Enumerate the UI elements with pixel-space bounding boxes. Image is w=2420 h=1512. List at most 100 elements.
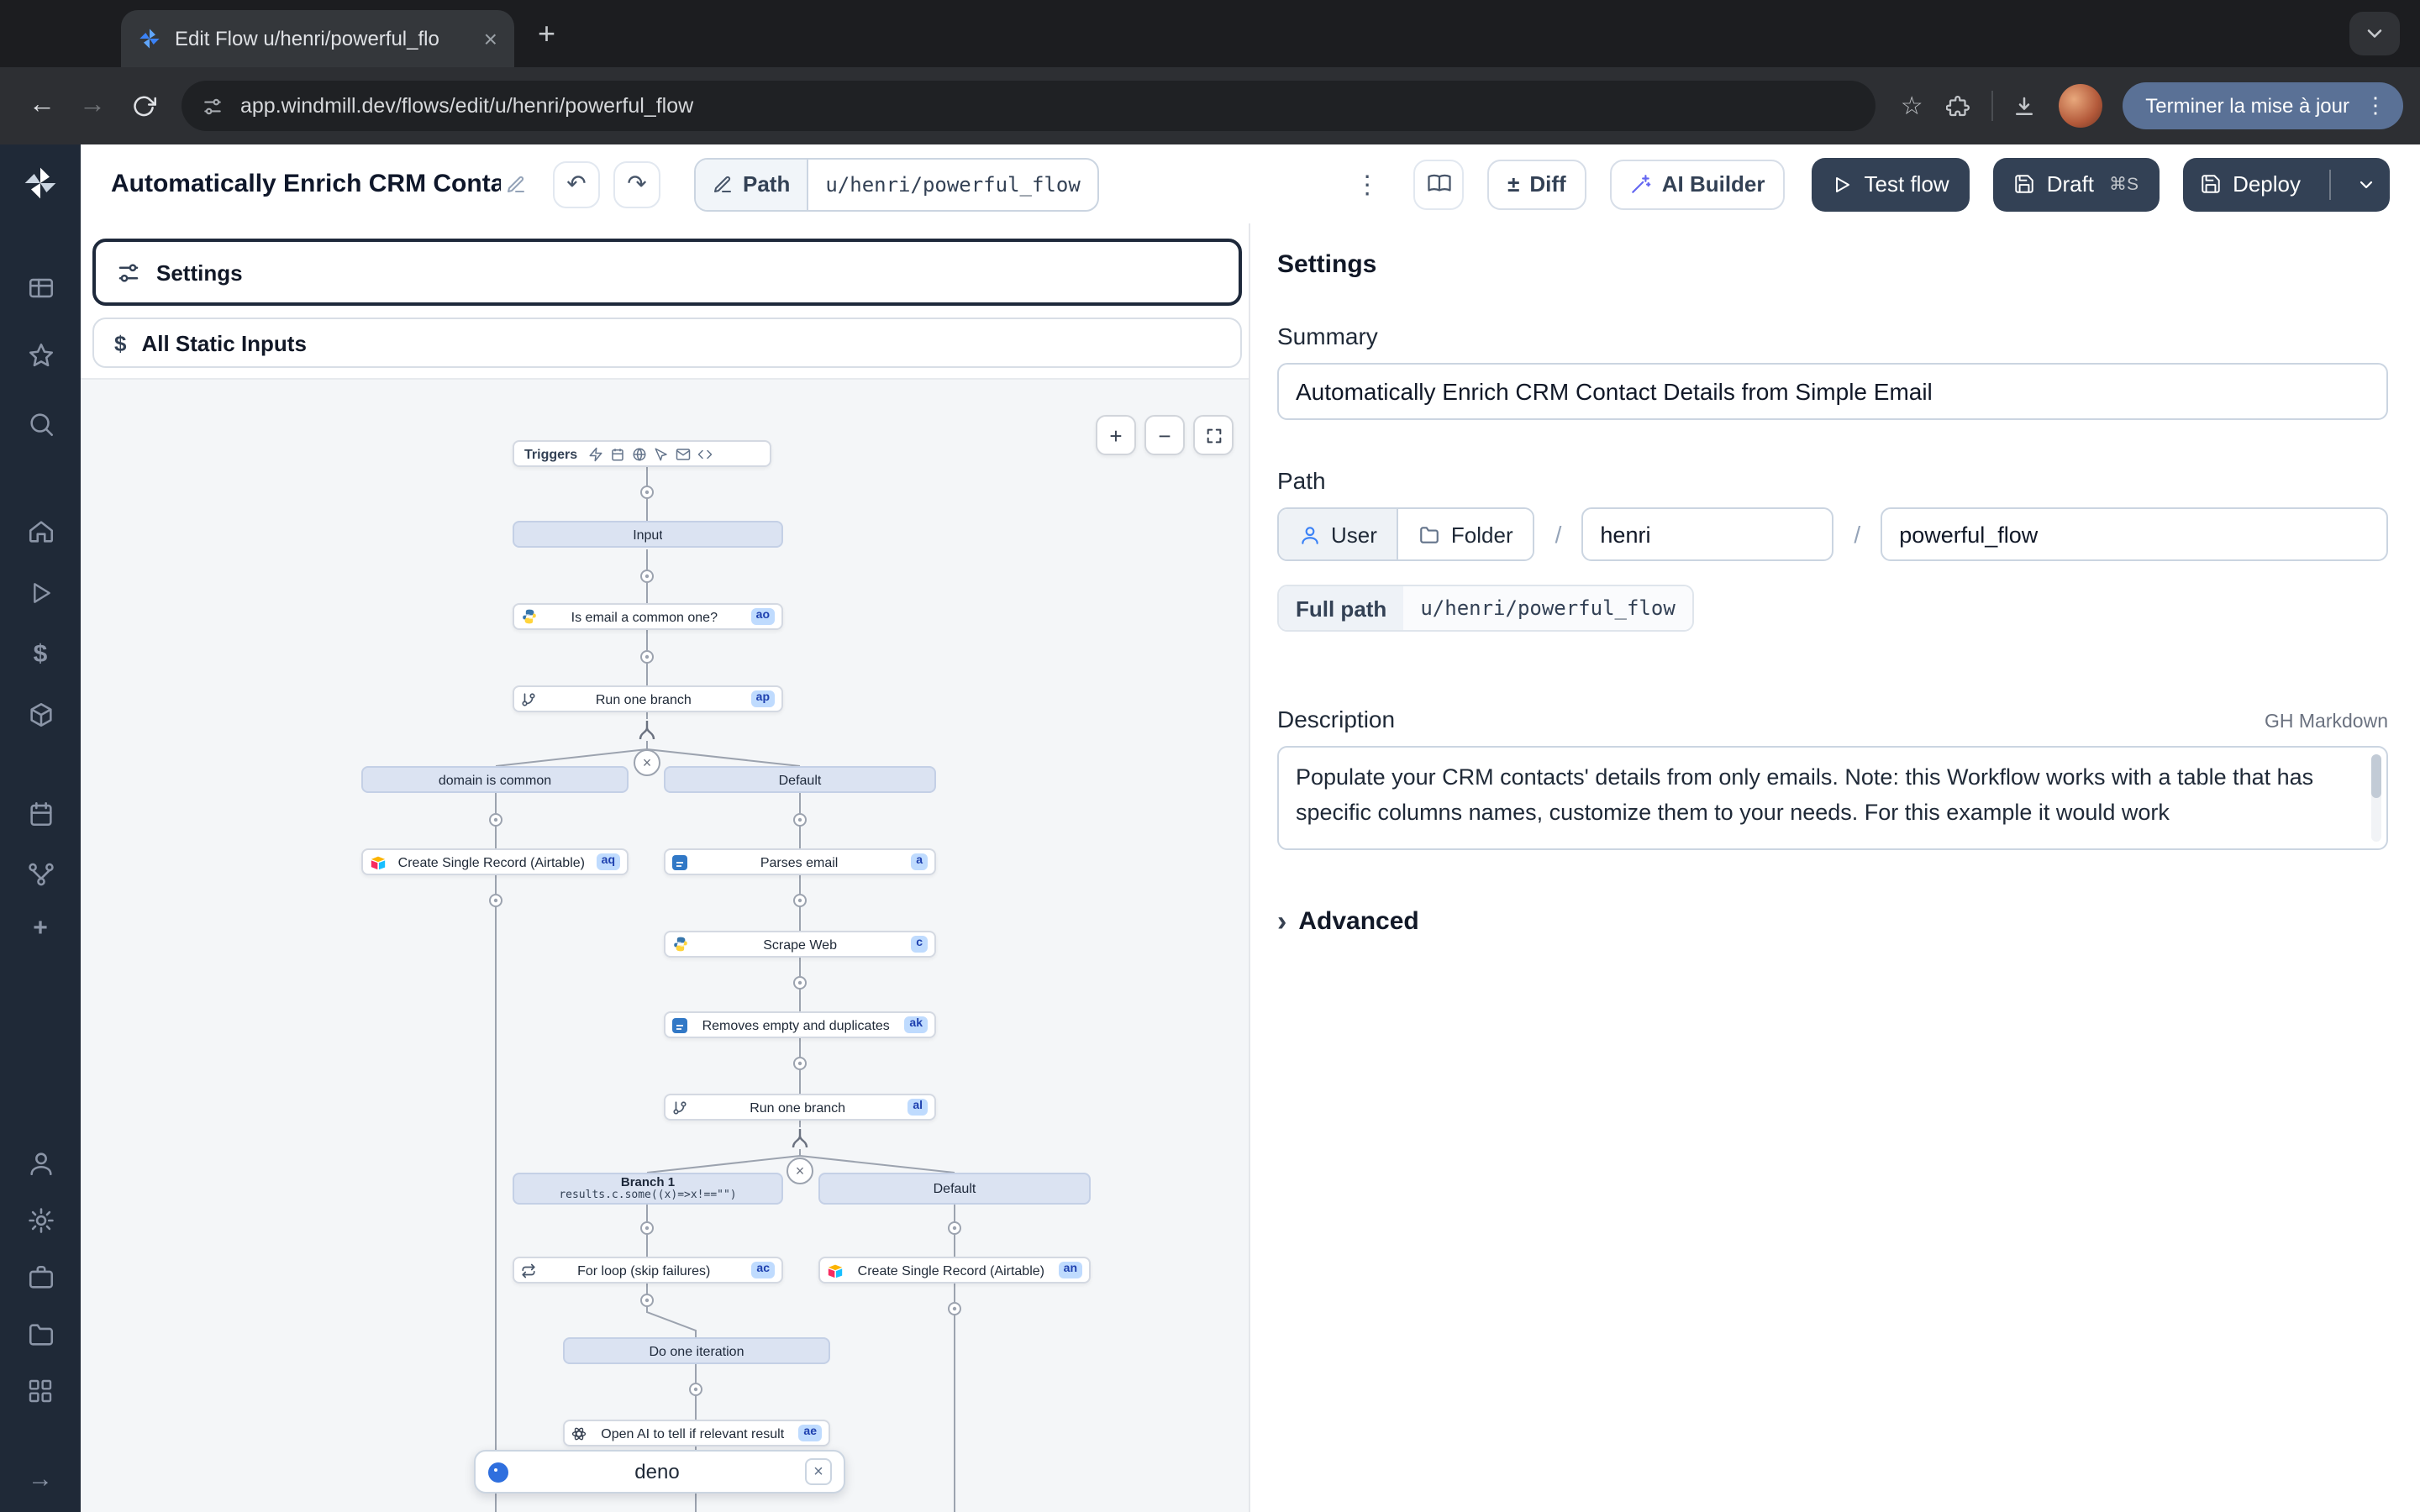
test-flow-button[interactable]: Test flow <box>1812 157 1970 211</box>
more-options-icon[interactable]: ⋮ <box>1344 169 1390 199</box>
zap-icon <box>587 446 602 461</box>
expand-icon <box>1204 426 1223 444</box>
reload-icon[interactable] <box>118 81 168 131</box>
flow-node-for-loop[interactable]: For loop (skip failures) ac <box>513 1257 783 1284</box>
flow-node-openai[interactable]: Open AI to tell if relevant result ae <box>563 1420 830 1446</box>
flow-node-airtable-left[interactable]: Create Single Record (Airtable) aq <box>361 848 629 875</box>
flow-triggers-bar[interactable]: Triggers <box>513 440 771 467</box>
flow-node-run-one-branch-2[interactable]: Run one branch al <box>664 1094 936 1121</box>
branch-remove-button[interactable]: × <box>786 1158 813 1184</box>
flow-branch-1[interactable]: Branch 1 results.c.some((x)=>x!=="") <box>513 1173 783 1205</box>
address-bar[interactable]: app.windmill.dev/flows/edit/u/henri/powe… <box>182 81 1875 131</box>
sidebar-home-icon[interactable] <box>0 511 81 551</box>
update-button[interactable]: Terminer la mise à jour ⋮ <box>2122 82 2403 129</box>
sidebar-add-icon[interactable]: + <box>0 907 81 948</box>
update-button-label: Terminer la mise à jour <box>2145 94 2349 118</box>
deploy-button[interactable]: Deploy <box>2182 157 2390 211</box>
sidebar-settings-icon[interactable] <box>0 1200 81 1240</box>
path-label: Path <box>743 171 790 197</box>
flow-node-removes-empty[interactable]: Removes empty and duplicates ak <box>664 1011 936 1038</box>
windmill-logo-icon[interactable] <box>0 165 81 202</box>
language-popup[interactable]: deno × <box>474 1450 845 1494</box>
edit-title-icon[interactable] <box>506 174 526 194</box>
flow-node-is-email-common[interactable]: Is email a common one? ao <box>513 603 783 630</box>
downloads-icon[interactable] <box>2001 82 2048 129</box>
description-textarea[interactable]: Populate your CRM contacts' details from… <box>1277 746 2388 850</box>
sidebar-folders-icon[interactable] <box>0 1314 81 1354</box>
owner-kind-user[interactable]: User <box>1279 509 1397 559</box>
flow-node-input[interactable]: Input <box>513 521 783 548</box>
redo-button[interactable]: ↷ <box>613 160 660 207</box>
settings-heading: Settings <box>1277 250 2388 279</box>
summary-label: Summary <box>1277 323 2388 349</box>
sidebar-schedules-icon[interactable] <box>0 793 81 833</box>
sidebar-workers-icon[interactable] <box>0 853 81 894</box>
sidebar-runs-icon[interactable] <box>0 573 81 613</box>
zoom-in-button[interactable]: + <box>1096 415 1136 455</box>
new-tab-button[interactable]: + <box>538 13 555 54</box>
flow-branch-domain-is-common[interactable]: domain is common <box>361 766 629 793</box>
back-icon[interactable]: ← <box>17 81 67 131</box>
typescript-icon <box>672 854 687 869</box>
sidebar-workspace-icon[interactable] <box>0 1257 81 1297</box>
flow-node-run-one-branch-1[interactable]: Run one branch ap <box>513 685 783 712</box>
flow-node-scrape-web[interactable]: Scrape Web c <box>664 931 936 958</box>
browser-menu-icon[interactable]: ⋮ <box>2360 92 2391 119</box>
play-icon <box>1833 174 1853 194</box>
extensions-icon[interactable] <box>1935 82 1982 129</box>
branch-icon <box>521 691 536 706</box>
bookmark-icon[interactable]: ☆ <box>1888 82 1935 129</box>
flow-branch-default-2[interactable]: Default <box>818 1173 1091 1205</box>
textarea-scrollbar[interactable] <box>2371 754 2381 842</box>
browser-tab[interactable]: Edit Flow u/henri/powerful_flo × <box>121 10 514 67</box>
sidebar-variables-icon[interactable]: $ <box>0 633 81 674</box>
path-value[interactable]: u/henri/powerful_flow <box>808 159 1097 209</box>
owner-kind-folder[interactable]: Folder <box>1397 509 1534 559</box>
fit-view-button[interactable] <box>1193 415 1234 455</box>
sidebar-favorites-icon[interactable] <box>0 334 81 375</box>
flow-branch-default-1[interactable]: Default <box>664 766 936 793</box>
branch-remove-button[interactable]: × <box>634 749 660 776</box>
sidebar-expand-icon[interactable]: → <box>0 1458 81 1499</box>
draft-button[interactable]: Draft ⌘S <box>1993 157 2159 211</box>
flow-node-parses-email[interactable]: Parses email a <box>664 848 936 875</box>
site-settings-icon[interactable] <box>202 95 224 117</box>
python-icon <box>521 608 538 625</box>
sidebar-apps-icon[interactable] <box>0 1371 81 1411</box>
mail-icon <box>675 446 690 461</box>
sidebar-resources-icon[interactable] <box>0 694 81 734</box>
docs-button[interactable] <box>1413 159 1464 209</box>
owner-input[interactable]: henri <box>1581 507 1833 561</box>
forward-icon[interactable]: → <box>67 81 118 131</box>
ai-builder-button[interactable]: AI Builder <box>1610 159 1786 209</box>
popup-close-button[interactable]: × <box>805 1458 832 1485</box>
browser-tab-strip: Edit Flow u/henri/powerful_flo × + <box>0 0 2420 67</box>
flow-node-airtable-right[interactable]: Create Single Record (Airtable) an <box>818 1257 1091 1284</box>
save-icon <box>2199 173 2221 195</box>
tab-close-icon[interactable]: × <box>484 27 497 50</box>
flow-title[interactable]: Automatically Enrich CRM Contact <box>111 170 501 198</box>
summary-input[interactable]: Automatically Enrich CRM Contact Details… <box>1277 363 2388 420</box>
path-editor[interactable]: Path u/henri/powerful_flow <box>694 157 1099 211</box>
tab-search-button[interactable] <box>2349 12 2400 55</box>
flow-node-do-one-iteration[interactable]: Do one iteration <box>563 1337 830 1364</box>
sidebar-user-icon[interactable] <box>0 1142 81 1183</box>
flow-name-input[interactable]: powerful_flow <box>1881 507 2388 561</box>
draft-shortcut: ⌘S <box>2109 174 2139 194</box>
undo-button[interactable]: ↶ <box>553 160 600 207</box>
full-path-display: Full path u/henri/powerful_flow <box>1277 585 1694 632</box>
chevron-down-icon <box>2363 22 2386 45</box>
path-separator: / <box>1854 521 1860 548</box>
diff-icon: ± <box>1507 171 1519 197</box>
zoom-out-button[interactable]: − <box>1144 415 1185 455</box>
diff-button[interactable]: ± Diff <box>1487 159 1586 209</box>
deploy-options-button[interactable] <box>2343 157 2390 211</box>
advanced-toggle[interactable]: › Advanced <box>1277 907 2388 936</box>
chevron-right-icon: › <box>1277 907 1286 936</box>
book-icon <box>1426 171 1451 197</box>
profile-avatar[interactable] <box>2058 84 2102 128</box>
deno-icon <box>487 1461 509 1483</box>
sidebar-table-icon[interactable] <box>0 267 81 307</box>
sidebar-search-icon[interactable] <box>0 403 81 444</box>
branch-icon <box>672 1100 687 1115</box>
